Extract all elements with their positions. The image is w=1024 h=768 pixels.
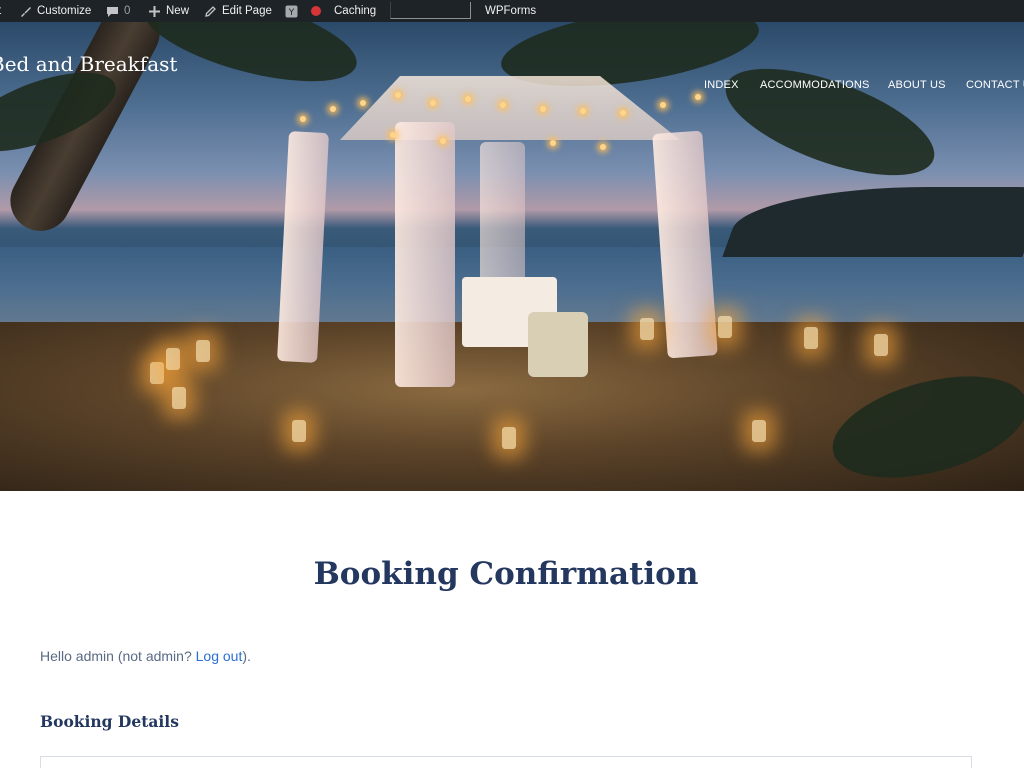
wpforms-label: WPForms	[485, 5, 537, 17]
admin-bar: t Customize 0 New Edit Page Y Caching WP…	[0, 0, 1024, 22]
hero-candle	[804, 327, 818, 349]
greeting-prefix: Hello admin (not admin?	[40, 648, 196, 664]
new-label: New	[166, 5, 190, 17]
hero-chair	[528, 312, 588, 377]
hero-headland	[722, 187, 1024, 257]
hero-candle	[172, 387, 186, 409]
nav-item-index[interactable]: INDEX	[704, 79, 739, 91]
hero-candle	[874, 334, 888, 356]
customize-label: Customize	[37, 5, 92, 17]
site-name-link[interactable]: t	[0, 0, 1, 22]
hero-candle	[640, 318, 654, 340]
caching-menu[interactable]: Caching	[334, 0, 376, 22]
hero-image: Bed and Breakfast INDEX ACCOMMODATIONS A…	[0, 22, 1024, 491]
account-greeting: Hello admin (not admin? Log out).	[40, 648, 251, 664]
adminbar-search-field[interactable]	[390, 2, 471, 19]
seo-menu[interactable]: Y	[285, 0, 321, 22]
yoast-seo-icon: Y	[285, 5, 298, 18]
plus-icon	[148, 5, 161, 18]
hero-candle	[166, 348, 180, 370]
status-dot-icon	[311, 6, 321, 16]
hero-candle	[150, 362, 164, 384]
logout-link[interactable]: Log out	[196, 648, 243, 664]
hero-candle	[752, 420, 766, 442]
hero-curtain	[480, 142, 525, 282]
customize-link[interactable]: Customize	[19, 0, 91, 22]
nav-item-contact-us[interactable]: CONTACT US	[966, 79, 1024, 91]
edit-pencil-icon	[204, 5, 217, 18]
hero-candle	[292, 420, 306, 442]
nav-item-accommodations[interactable]: ACCOMMODATIONS	[760, 79, 870, 91]
wpforms-menu[interactable]: WPForms	[485, 0, 536, 22]
customize-brush-icon	[19, 5, 32, 18]
edit-page-label: Edit Page	[222, 5, 272, 17]
new-content-link[interactable]: New	[148, 0, 189, 22]
site-name-label: t	[0, 5, 1, 17]
booking-details-table	[40, 756, 972, 768]
hero-palm-frond	[712, 46, 948, 198]
hero-string-lights	[300, 82, 701, 162]
greeting-suffix: ).	[242, 648, 251, 664]
site-title[interactable]: Bed and Breakfast	[0, 52, 177, 76]
hero-candle	[196, 340, 210, 362]
comments-link[interactable]: 0	[106, 0, 130, 22]
edit-page-link[interactable]: Edit Page	[204, 0, 272, 22]
booking-details-heading: Booking Details	[40, 712, 179, 731]
hero-candle	[502, 427, 516, 449]
primary-navigation: INDEX ACCOMMODATIONS ABOUT US CONTACT US	[0, 79, 1024, 93]
comment-bubble-icon	[106, 5, 119, 18]
page-title: Booking Confirmation	[313, 556, 699, 592]
hero-candle	[718, 316, 732, 338]
svg-text:Y: Y	[288, 8, 295, 18]
caching-label: Caching	[334, 5, 377, 17]
nav-item-about-us[interactable]: ABOUT US	[888, 79, 946, 91]
comments-count: 0	[124, 5, 131, 17]
